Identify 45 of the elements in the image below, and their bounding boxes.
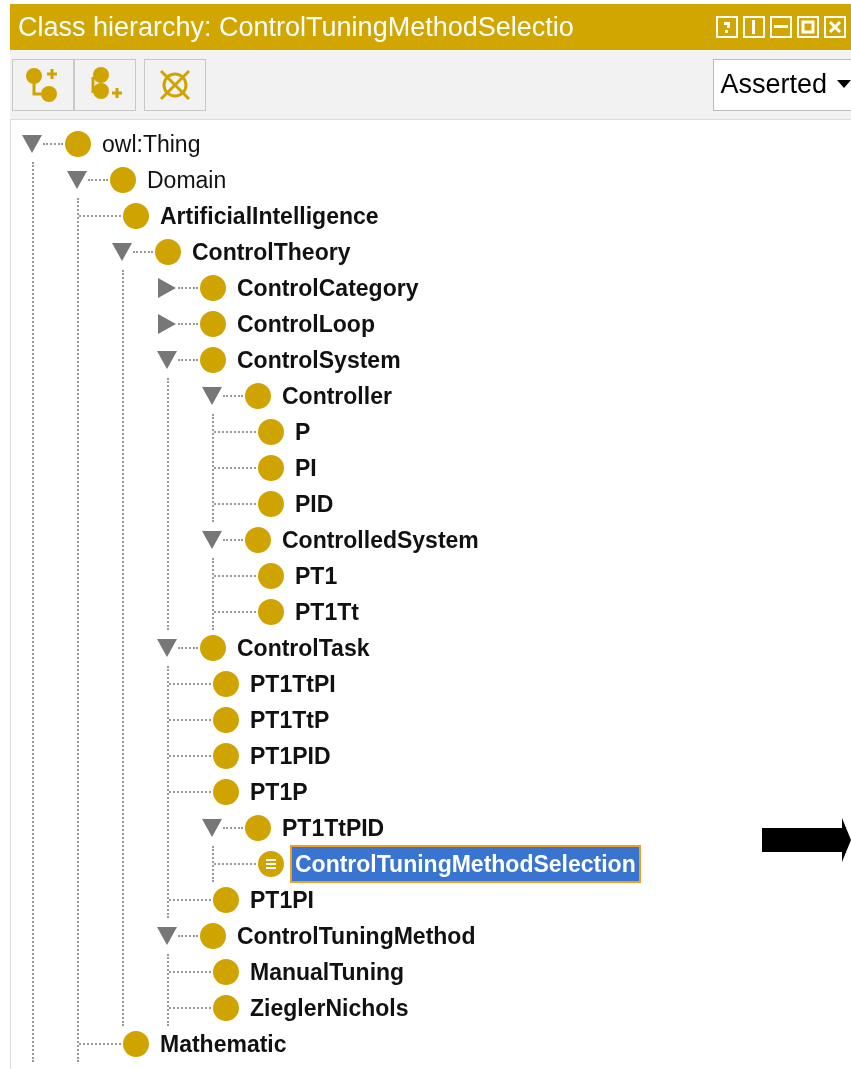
tree-item[interactable]: PT1	[292, 558, 341, 594]
tree-item[interactable]: ControlledSystem	[279, 522, 482, 558]
collapse-arrow-icon[interactable]	[156, 350, 178, 370]
tree-item[interactable]: ControlSystem	[234, 342, 404, 378]
tree-item[interactable]: ZieglerNichols	[247, 990, 412, 1026]
window-title: Class hierarchy: ControlTuningMethodSelectio	[18, 10, 575, 44]
close-icon[interactable]	[824, 16, 846, 38]
tree-item[interactable]: PT1TtP	[247, 702, 333, 738]
split-horizontal-icon[interactable]	[770, 16, 792, 38]
tree-item[interactable]: ControlTuningMethodSelection	[292, 846, 639, 882]
tree-item[interactable]: PT1PI	[247, 882, 317, 918]
tree-item[interactable]: Controller	[279, 378, 395, 414]
collapse-arrow-icon[interactable]	[201, 530, 223, 550]
tree-item[interactable]: PT1TtPI	[247, 666, 339, 702]
tree-item[interactable]: ManualTuning	[247, 954, 408, 990]
tree-item[interactable]: Domain	[144, 162, 230, 198]
collapse-arrow-icon[interactable]	[111, 242, 133, 262]
caret-icon	[837, 80, 851, 89]
split-vertical-icon[interactable]	[743, 16, 765, 38]
collapse-arrow-icon[interactable]	[201, 386, 223, 406]
expand-arrow-icon[interactable]	[156, 314, 178, 334]
tree-item[interactable]: PT1Tt	[292, 594, 362, 630]
tree-item[interactable]: ControlCategory	[234, 270, 422, 306]
collapse-arrow-icon[interactable]	[21, 134, 43, 154]
tree-item[interactable]: ArtificialIntelligence	[157, 198, 382, 234]
tree-item[interactable]: ControlTheory	[189, 234, 354, 270]
tree-item[interactable]: PID	[292, 486, 337, 522]
collapse-arrow-icon[interactable]	[201, 818, 223, 838]
tree-item[interactable]: owl:Thing	[99, 126, 204, 162]
tree-item[interactable]: Mathematic	[157, 1026, 290, 1062]
tree-item[interactable]: ControlLoop	[234, 306, 378, 342]
tree-item[interactable]: ControlTask	[234, 630, 373, 666]
tree-item[interactable]: PT1TtPID	[279, 810, 388, 846]
collapse-arrow-icon[interactable]	[66, 170, 88, 190]
tree-item[interactable]: ControlTuningMethod	[234, 918, 479, 954]
expand-arrow-icon[interactable]	[156, 278, 178, 298]
view-dropdown[interactable]: Asserted	[713, 58, 851, 111]
maximize-icon[interactable]	[797, 16, 819, 38]
collapse-arrow-icon[interactable]	[156, 926, 178, 946]
help-icon[interactable]	[716, 16, 738, 38]
collapse-arrow-icon[interactable]	[156, 638, 178, 658]
tree-item[interactable]: PI	[292, 450, 320, 486]
tree-item[interactable]: PT1P	[247, 774, 311, 810]
tree-item[interactable]: P	[292, 414, 314, 450]
tree-item[interactable]: PT1PID	[247, 738, 334, 774]
